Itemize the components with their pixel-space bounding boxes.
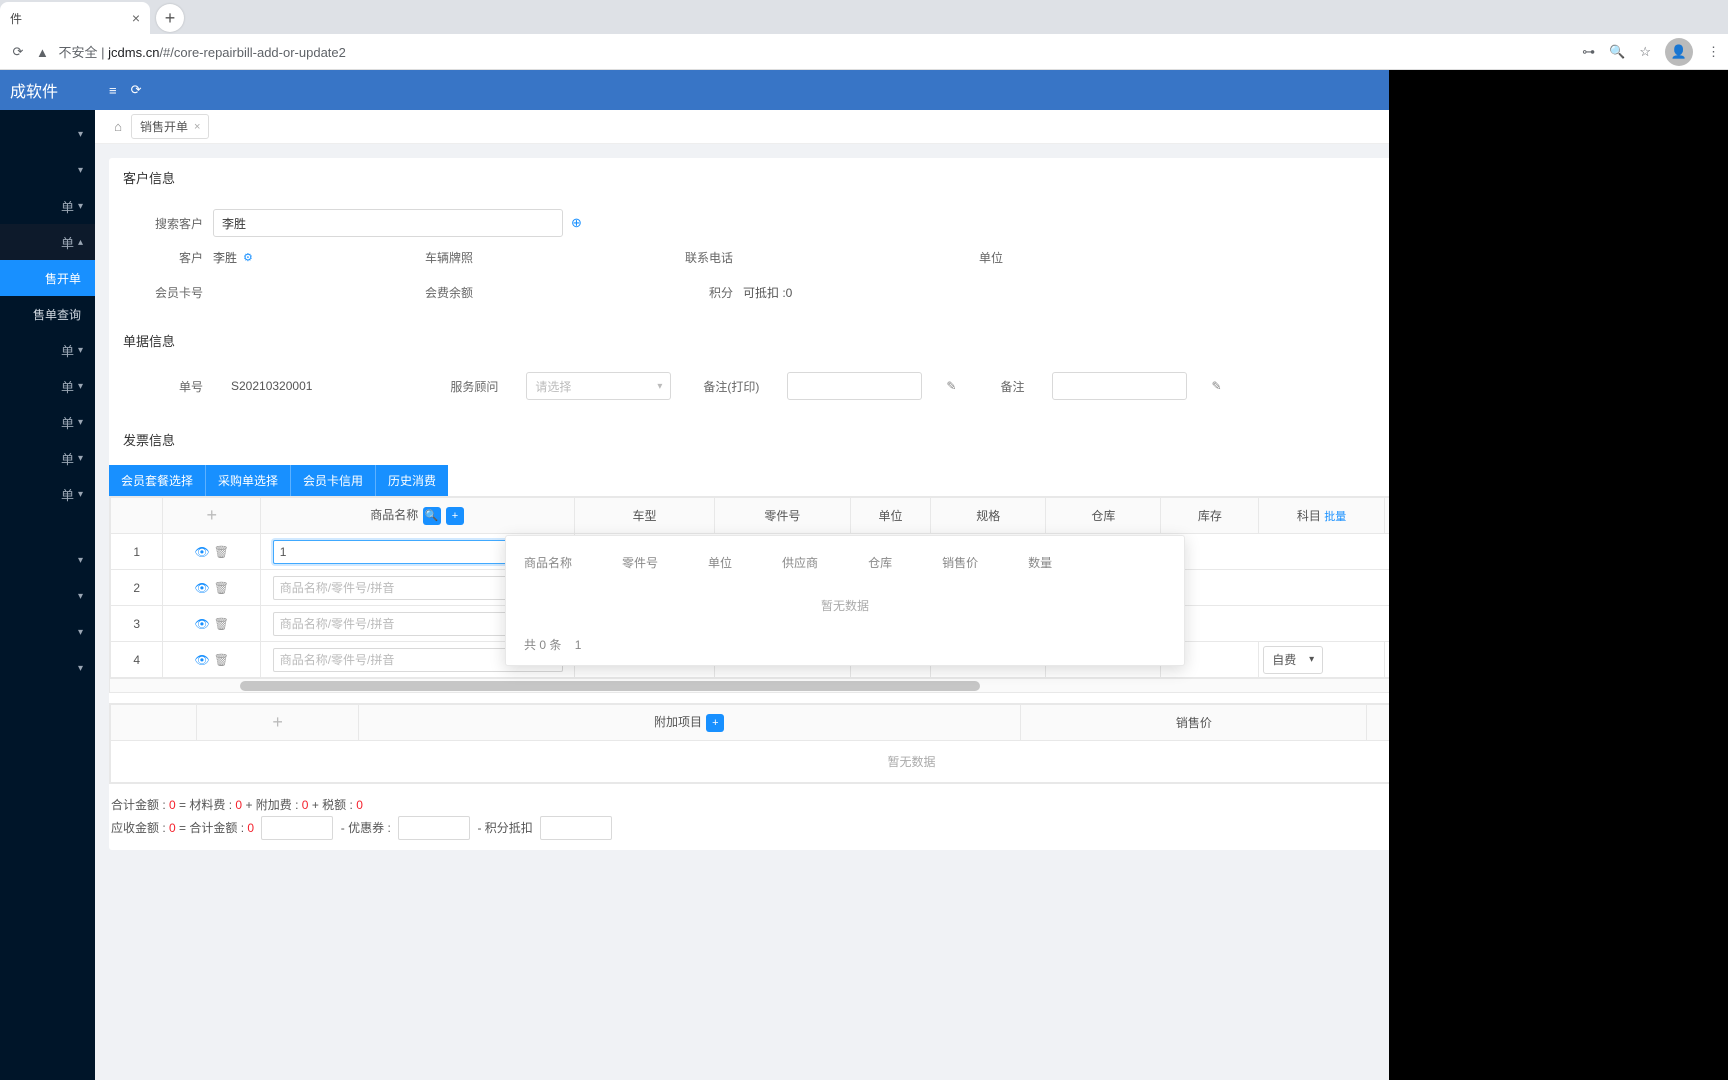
zoom-icon[interactable]: 🔍: [1609, 44, 1625, 60]
coupon-input[interactable]: [398, 816, 470, 840]
black-region: [1389, 70, 1728, 1080]
sidebar-sub-sales-query[interactable]: 售单查询: [0, 296, 95, 332]
sidebar-item-0[interactable]: ▾: [0, 116, 95, 152]
chevron-down-icon: ▾: [78, 381, 83, 392]
chevron-down-icon: ▾: [78, 201, 83, 212]
view-icon[interactable]: 👁: [194, 617, 209, 631]
sidebar-item-3[interactable]: 单▴: [0, 224, 95, 260]
chevron-down-icon: ▾: [78, 663, 83, 674]
delete-icon[interactable]: 🗑: [214, 617, 229, 631]
chevron-down-icon: ▾: [78, 165, 83, 176]
doc-no: S20210320001: [231, 379, 312, 393]
remark-print-input[interactable]: [787, 372, 922, 400]
tab-history[interactable]: 历史消费: [376, 465, 448, 496]
refresh-icon[interactable]: ⟳: [131, 82, 142, 98]
chevron-down-icon: ▾: [78, 489, 83, 500]
totals-text: 合计金额 : 0 = 材料费 : 0 + 附加费 : 0 + 税额 : 0 应收…: [111, 794, 616, 840]
sidebar: 成软件 ▾ ▾ 单▾ 单▴ 售开单 售单查询 单▾ 单▾ 单▾ 单▾ 单▾ ▾ …: [0, 70, 95, 1080]
tab-purchase-select[interactable]: 采购单选择: [206, 465, 291, 496]
insecure-icon: ▲: [36, 45, 49, 60]
advisor-select[interactable]: 请选择▾: [526, 372, 671, 400]
view-icon[interactable]: 👁: [194, 545, 209, 559]
sidebar-item-tail-3[interactable]: ▾: [0, 650, 95, 686]
chevron-down-icon: ▾: [78, 417, 83, 428]
autocomplete-empty: 暂无数据: [524, 583, 1166, 628]
scrollbar-thumb[interactable]: [240, 681, 980, 691]
remark-input[interactable]: [1052, 372, 1187, 400]
sidebar-item-4[interactable]: 单▾: [0, 332, 95, 368]
address-bar[interactable]: ▲ 不安全 | jcdms.cn/#/core-repairbill-add-o…: [36, 42, 1574, 61]
view-icon[interactable]: 👁: [194, 581, 209, 595]
sidebar-item-2[interactable]: 单▾: [0, 188, 95, 224]
close-icon[interactable]: ×: [132, 10, 140, 26]
search-customer-input[interactable]: [213, 209, 563, 237]
chevron-up-icon: ▴: [78, 237, 83, 248]
page-tab-sales[interactable]: 销售开单 ×: [131, 114, 209, 139]
sidebar-item-tail-2[interactable]: ▾: [0, 614, 95, 650]
chevron-down-icon: ▾: [657, 381, 662, 392]
reload-icon[interactable]: ⟳: [8, 44, 28, 60]
sidebar-item-8[interactable]: 单▾: [0, 476, 95, 512]
sidebar-item-5[interactable]: 单▾: [0, 368, 95, 404]
chevron-down-icon: ▾: [78, 345, 83, 356]
chevron-down-icon: ▾: [78, 129, 83, 140]
search-products-button[interactable]: 🔍: [423, 507, 441, 525]
bookmark-icon[interactable]: ☆: [1639, 44, 1651, 60]
collapse-icon[interactable]: ≡: [109, 83, 117, 98]
add-customer-icon[interactable]: ⊕: [571, 215, 582, 231]
delete-icon[interactable]: 🗑: [214, 653, 229, 667]
sidebar-item-tail-0[interactable]: ▾: [0, 542, 95, 578]
add-row-icon[interactable]: +: [206, 505, 217, 525]
search-customer-label: 搜索客户: [123, 215, 203, 232]
delete-icon[interactable]: 🗑: [214, 545, 229, 559]
url-path: /#/core-repairbill-add-or-update2: [159, 45, 345, 60]
sidebar-item-6[interactable]: 单▾: [0, 404, 95, 440]
chevron-down-icon: ▾: [78, 555, 83, 566]
edit-icon[interactable]: ✎: [946, 379, 956, 393]
view-icon[interactable]: 👁: [194, 653, 209, 667]
discount-amount-input[interactable]: [261, 816, 333, 840]
url-host: jcdms.cn: [108, 45, 159, 60]
tab-title: 件: [10, 10, 22, 27]
sidebar-sub-sales-create[interactable]: 售开单: [0, 260, 95, 296]
sidebar-item-tail-1[interactable]: ▾: [0, 578, 95, 614]
menu-icon[interactable]: ⋮: [1707, 44, 1720, 60]
gear-icon[interactable]: ⚙: [243, 251, 253, 264]
edit-icon[interactable]: ✎: [1211, 379, 1221, 393]
tab-member-package[interactable]: 会员套餐选择: [109, 465, 206, 496]
new-tab-button[interactable]: +: [156, 4, 184, 32]
points-deduct-input[interactable]: [540, 816, 612, 840]
add-addon-button[interactable]: +: [706, 714, 724, 732]
tab-member-credit[interactable]: 会员卡信用: [291, 465, 376, 496]
subject-select[interactable]: 自费▾: [1263, 646, 1323, 674]
security-label: 不安全: [59, 45, 98, 60]
subject-batch-link[interactable]: 批量: [1324, 511, 1346, 523]
chevron-down-icon: ▾: [78, 627, 83, 638]
chevron-down-icon: ▾: [78, 591, 83, 602]
points-value: 可抵扣 :0: [743, 284, 792, 301]
chevron-down-icon: ▾: [78, 453, 83, 464]
page-1[interactable]: 1: [575, 638, 582, 652]
sidebar-item-1[interactable]: ▾: [0, 152, 95, 188]
close-icon[interactable]: ×: [194, 121, 200, 133]
brand: 成软件: [0, 70, 95, 110]
delete-icon[interactable]: 🗑: [214, 581, 229, 595]
sidebar-item-7[interactable]: 单▾: [0, 440, 95, 476]
customer-value: 李胜: [213, 249, 237, 266]
add-addon-icon[interactable]: +: [272, 712, 283, 732]
profile-icon[interactable]: 👤: [1665, 38, 1693, 66]
autocomplete-popup: 商品名称 零件号 单位 供应商 仓库 销售价 数量 暂无数据 共 0 条 1: [505, 535, 1185, 666]
key-icon[interactable]: ⊶: [1582, 44, 1595, 60]
add-product-button[interactable]: +: [446, 507, 464, 525]
browser-tab[interactable]: 件 ×: [0, 2, 150, 34]
home-icon[interactable]: ⌂: [105, 119, 131, 134]
